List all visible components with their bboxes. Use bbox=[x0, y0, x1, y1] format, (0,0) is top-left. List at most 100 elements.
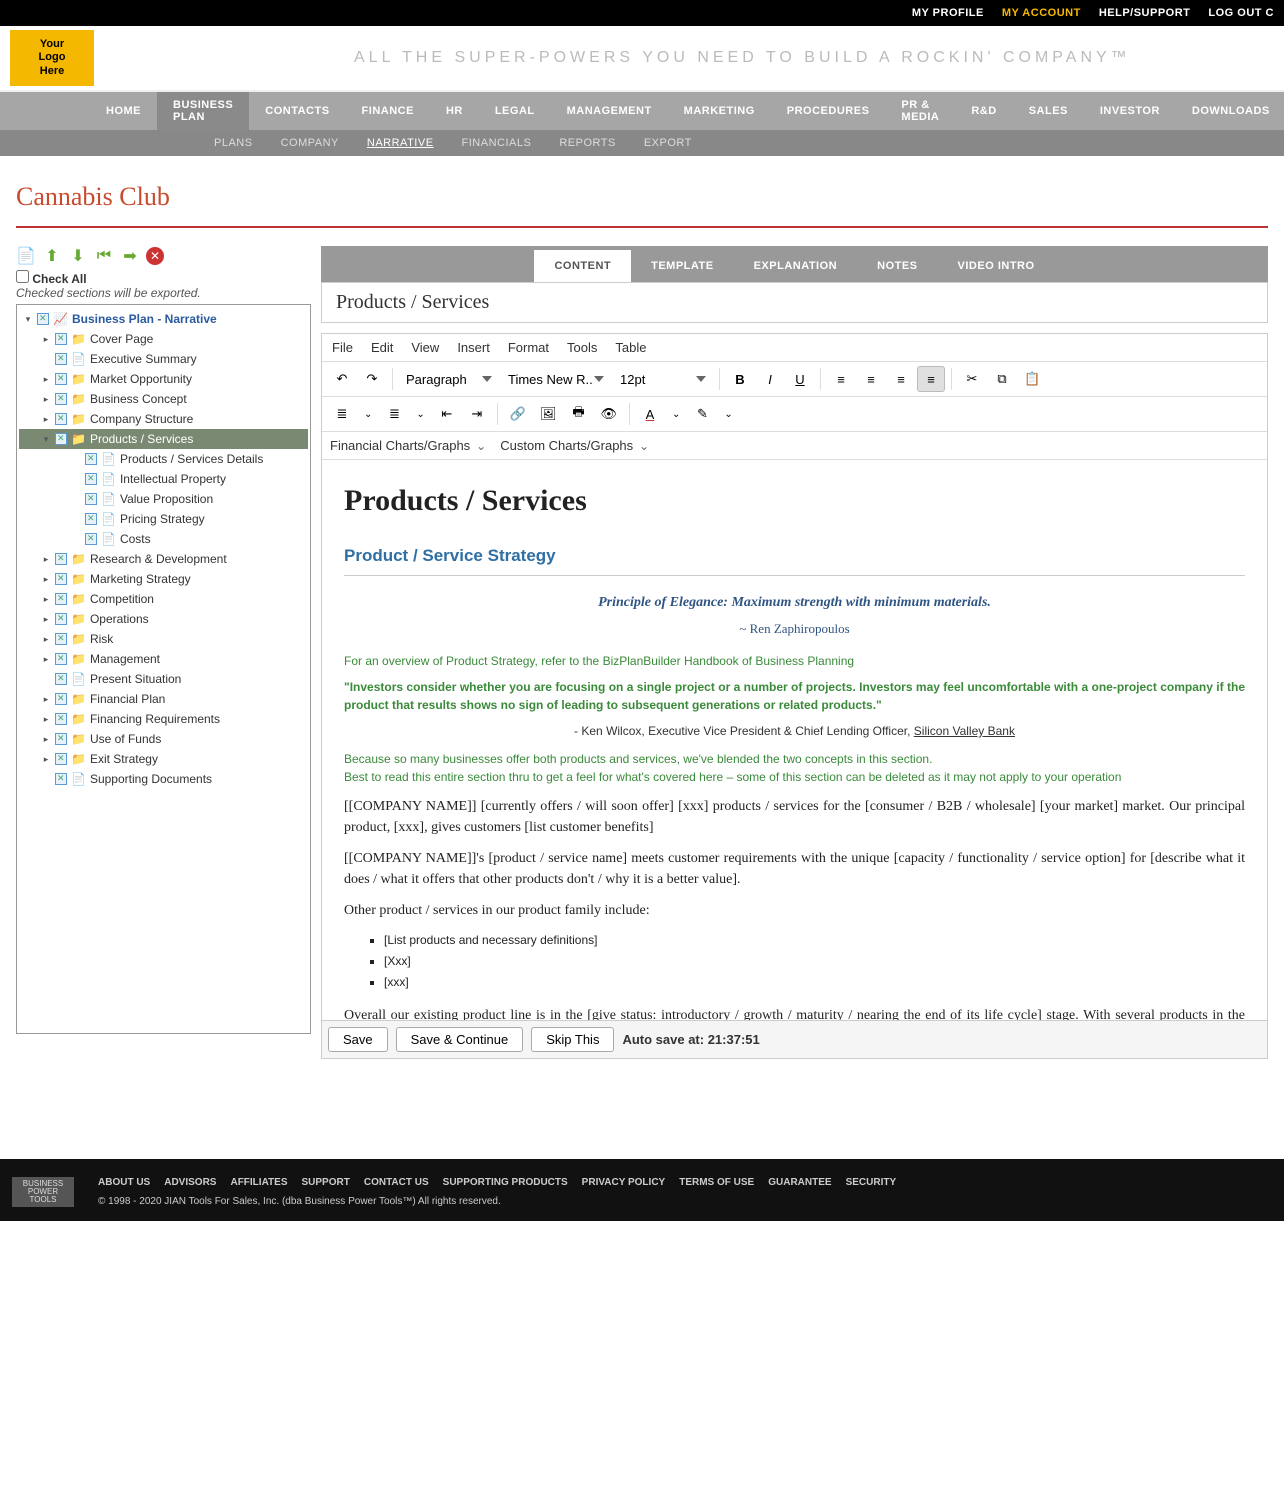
node-checkbox[interactable] bbox=[55, 553, 67, 565]
nav-procedures[interactable]: PROCEDURES bbox=[771, 92, 886, 130]
align-left-icon[interactable]: ≡ bbox=[827, 366, 855, 392]
tree-node[interactable]: ▸📁Exit Strategy bbox=[19, 749, 308, 769]
tree-node[interactable]: 📄Value Proposition bbox=[19, 489, 308, 509]
skip-button[interactable]: Skip This bbox=[531, 1027, 614, 1052]
subnav-financials[interactable]: FINANCIALS bbox=[448, 137, 546, 149]
save-continue-button[interactable]: Save & Continue bbox=[396, 1027, 524, 1052]
nav-contacts[interactable]: CONTACTS bbox=[249, 92, 345, 130]
subnav-company[interactable]: COMPANY bbox=[267, 137, 353, 149]
expand-icon[interactable]: ▸ bbox=[41, 594, 51, 605]
undo-icon[interactable]: ↶ bbox=[328, 366, 356, 392]
node-checkbox[interactable] bbox=[55, 713, 67, 725]
menu-file[interactable]: File bbox=[332, 340, 353, 355]
tree-node[interactable]: 📄Intellectual Property bbox=[19, 469, 308, 489]
cut-icon[interactable]: ✂ bbox=[958, 366, 986, 392]
footer-link[interactable]: SUPPORTING PRODUCTS bbox=[443, 1177, 568, 1188]
custom-charts-dropdown[interactable]: Custom Charts/Graphs bbox=[500, 438, 649, 453]
expand-icon[interactable]: ▾ bbox=[41, 434, 51, 445]
menu-format[interactable]: Format bbox=[508, 340, 549, 355]
move-up-icon[interactable]: ⬆ bbox=[42, 246, 62, 266]
node-checkbox[interactable] bbox=[55, 593, 67, 605]
nav-pr-media[interactable]: PR & MEDIA bbox=[885, 92, 955, 130]
indent-icon[interactable]: ⇥ bbox=[463, 401, 491, 427]
tab-notes[interactable]: NOTES bbox=[857, 250, 937, 282]
node-checkbox[interactable] bbox=[55, 413, 67, 425]
font-size-select[interactable]: 12pt bbox=[613, 366, 713, 392]
nav-home[interactable]: HOME bbox=[90, 92, 157, 130]
node-checkbox[interactable] bbox=[55, 753, 67, 765]
tree-node[interactable]: ▾📁Products / Services bbox=[19, 429, 308, 449]
menu-tools[interactable]: Tools bbox=[567, 340, 597, 355]
menu-insert[interactable]: Insert bbox=[457, 340, 490, 355]
footer-link[interactable]: ADVISORS bbox=[164, 1177, 216, 1188]
expand-icon[interactable]: ▸ bbox=[41, 614, 51, 625]
topbar-help[interactable]: HELP/SUPPORT bbox=[1099, 7, 1191, 19]
print-icon[interactable]: 🖶 bbox=[564, 401, 592, 427]
expand-icon[interactable]: ▸ bbox=[41, 394, 51, 405]
node-checkbox[interactable] bbox=[55, 733, 67, 745]
tree-node[interactable]: ▸📁Business Concept bbox=[19, 389, 308, 409]
check-all[interactable]: Check All bbox=[16, 272, 87, 286]
menu-edit[interactable]: Edit bbox=[371, 340, 393, 355]
tree-node[interactable]: ▸📁Research & Development bbox=[19, 549, 308, 569]
nav-management[interactable]: MANAGEMENT bbox=[551, 92, 668, 130]
expand-icon[interactable]: ▾ bbox=[23, 314, 33, 325]
nav-business-plan[interactable]: BUSINESS PLAN bbox=[157, 92, 249, 130]
bold-icon[interactable]: B bbox=[726, 366, 754, 392]
footer-link[interactable]: ABOUT US bbox=[98, 1177, 150, 1188]
expand-icon[interactable]: ▸ bbox=[41, 634, 51, 645]
move-down-icon[interactable]: ⬇ bbox=[68, 246, 88, 266]
node-checkbox[interactable] bbox=[55, 773, 67, 785]
tree-node[interactable]: ▸📁Risk bbox=[19, 629, 308, 649]
underline-icon[interactable]: U bbox=[786, 366, 814, 392]
expand-icon[interactable]: ▸ bbox=[41, 574, 51, 585]
node-checkbox[interactable] bbox=[55, 653, 67, 665]
node-checkbox[interactable] bbox=[85, 453, 97, 465]
footer-link[interactable]: AFFILIATES bbox=[230, 1177, 287, 1188]
node-checkbox[interactable] bbox=[55, 673, 67, 685]
footer-link[interactable]: SUPPORT bbox=[302, 1177, 350, 1188]
node-checkbox[interactable] bbox=[55, 633, 67, 645]
tree-node[interactable]: 📄Costs bbox=[19, 529, 308, 549]
tree-node[interactable]: ▸📁Use of Funds bbox=[19, 729, 308, 749]
add-node-icon[interactable]: 📄 bbox=[16, 246, 36, 266]
footer-link[interactable]: SECURITY bbox=[846, 1177, 897, 1188]
nav-hr[interactable]: HR bbox=[430, 92, 479, 130]
topbar-profile[interactable]: MY PROFILE bbox=[912, 7, 984, 19]
node-checkbox[interactable] bbox=[55, 373, 67, 385]
node-checkbox[interactable] bbox=[85, 493, 97, 505]
highlight-icon[interactable]: ✎ bbox=[688, 401, 716, 427]
preview-icon[interactable]: 👁 bbox=[594, 401, 623, 427]
tree-node[interactable]: ▸📁Cover Page bbox=[19, 329, 308, 349]
tree-node[interactable]: ▸📁Financial Plan bbox=[19, 689, 308, 709]
tree-node[interactable]: 📄Present Situation bbox=[19, 669, 308, 689]
tree-node[interactable]: ▸📁Marketing Strategy bbox=[19, 569, 308, 589]
expand-icon[interactable]: ▸ bbox=[41, 554, 51, 565]
menu-table[interactable]: Table bbox=[615, 340, 646, 355]
node-checkbox[interactable] bbox=[37, 313, 49, 325]
save-button[interactable]: Save bbox=[328, 1027, 388, 1052]
highlight-dd-icon[interactable]: ⌄ bbox=[718, 401, 738, 427]
tab-content[interactable]: CONTENT bbox=[534, 250, 631, 282]
tab-template[interactable]: TEMPLATE bbox=[631, 250, 733, 282]
expand-icon[interactable]: ▸ bbox=[41, 754, 51, 765]
node-checkbox[interactable] bbox=[55, 613, 67, 625]
node-checkbox[interactable] bbox=[55, 333, 67, 345]
nav-marketing[interactable]: MARKETING bbox=[668, 92, 771, 130]
node-checkbox[interactable] bbox=[55, 573, 67, 585]
tab-explanation[interactable]: EXPLANATION bbox=[734, 250, 858, 282]
tree-node[interactable]: ▸📁Operations bbox=[19, 609, 308, 629]
redo-icon[interactable]: ↷ bbox=[358, 366, 386, 392]
tree-node[interactable]: ▾📈Business Plan - Narrative bbox=[19, 309, 308, 329]
tree-node[interactable]: 📄Executive Summary bbox=[19, 349, 308, 369]
link-icon[interactable]: 🔗 bbox=[504, 401, 532, 427]
node-checkbox[interactable] bbox=[55, 433, 67, 445]
text-color-icon[interactable]: A bbox=[636, 401, 664, 427]
topbar-account[interactable]: MY ACCOUNT bbox=[1002, 7, 1081, 19]
tree-node[interactable]: ▸📁Company Structure bbox=[19, 409, 308, 429]
expand-icon[interactable]: ▸ bbox=[41, 374, 51, 385]
image-icon[interactable]: 🖼 bbox=[534, 401, 563, 427]
italic-icon[interactable]: I bbox=[756, 366, 784, 392]
align-center-icon[interactable]: ≡ bbox=[857, 366, 885, 392]
section-tree[interactable]: ▾📈Business Plan - Narrative▸📁Cover Page📄… bbox=[16, 304, 311, 1034]
